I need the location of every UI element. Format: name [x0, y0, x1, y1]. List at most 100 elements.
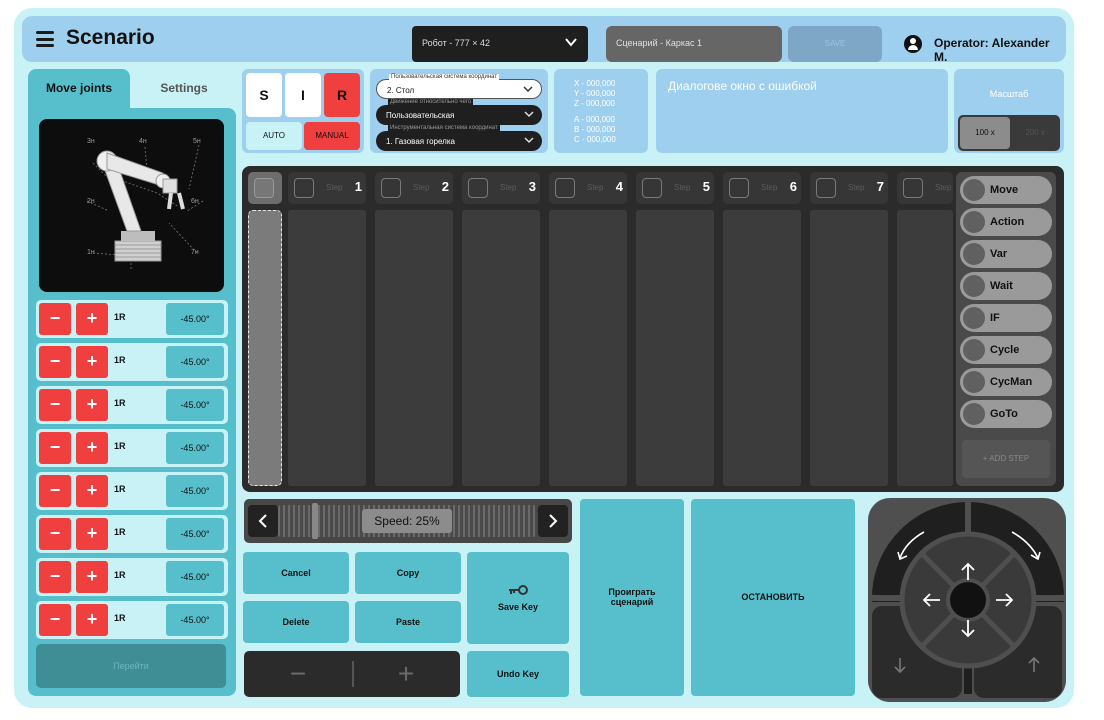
- speed-slider-thumb[interactable]: [312, 503, 318, 539]
- undo-key-button[interactable]: Undo Key: [467, 651, 569, 697]
- joint-decrease-button[interactable]: −: [39, 561, 71, 593]
- play-scenario-button[interactable]: Проиграть сценарий: [580, 499, 684, 696]
- select-all-checkbox[interactable]: [254, 178, 274, 198]
- step-checkbox[interactable]: [729, 178, 749, 198]
- joint-value[interactable]: -45.00°: [166, 518, 224, 550]
- operator-name: Operator: Alexander M.: [934, 36, 1050, 64]
- step-header[interactable]: Step: [897, 172, 953, 204]
- step-header[interactable]: Step 7: [810, 172, 888, 204]
- relative-motion-select[interactable]: Движение относительно чего Пользовательс…: [376, 99, 542, 125]
- paste-button[interactable]: Paste: [355, 601, 461, 643]
- step-header[interactable]: Step 1: [288, 172, 366, 204]
- joint-increase-button[interactable]: +: [76, 432, 108, 464]
- joint-value[interactable]: -45.00°: [166, 389, 224, 421]
- step-column[interactable]: [375, 210, 453, 486]
- joint-decrease-button[interactable]: −: [39, 475, 71, 507]
- command-if[interactable]: IF: [960, 304, 1052, 332]
- joint-increase-button[interactable]: +: [76, 303, 108, 335]
- page-title: Scenario: [66, 26, 155, 49]
- save-button[interactable]: SAVE: [788, 26, 882, 62]
- scale-200-option[interactable]: 200 x: [1010, 117, 1060, 149]
- joint-increase-button[interactable]: +: [76, 475, 108, 507]
- mode-i-button[interactable]: I: [285, 73, 321, 117]
- select-all-header[interactable]: [248, 172, 282, 204]
- chevron-down-icon: [524, 137, 534, 144]
- joint-label: 1R: [114, 570, 126, 580]
- command-cycman[interactable]: CycMan: [960, 368, 1052, 396]
- step-column[interactable]: [636, 210, 714, 486]
- command-wait[interactable]: Wait: [960, 272, 1052, 300]
- joint-value[interactable]: -45.00°: [166, 432, 224, 464]
- step-checkbox[interactable]: [642, 178, 662, 198]
- drop-zone[interactable]: [248, 210, 282, 486]
- step-column[interactable]: [549, 210, 627, 486]
- step-checkbox[interactable]: [468, 178, 488, 198]
- command-cycle[interactable]: Cycle: [960, 336, 1052, 364]
- joint-increase-button[interactable]: +: [76, 561, 108, 593]
- stepper-plus-button[interactable]: +: [376, 657, 436, 691]
- step-header[interactable]: Step 2: [375, 172, 453, 204]
- step-checkbox[interactable]: [381, 178, 401, 198]
- joint-increase-button[interactable]: +: [76, 604, 108, 636]
- step-column[interactable]: [462, 210, 540, 486]
- joint-value[interactable]: -45.00°: [166, 346, 224, 378]
- command-goto[interactable]: GoTo: [960, 400, 1052, 428]
- tool-cs-select[interactable]: Инструментальная система координат 1. Га…: [376, 125, 542, 151]
- command-var[interactable]: Var: [960, 240, 1052, 268]
- step-column[interactable]: [288, 210, 366, 486]
- robot-select[interactable]: Робот - 777 × 42: [412, 26, 588, 62]
- command-action[interactable]: Action: [960, 208, 1052, 236]
- manual-button[interactable]: MANUAL: [304, 122, 360, 150]
- scenario-select[interactable]: Сценарий - Каркас 1: [606, 26, 782, 62]
- tab-move-joints[interactable]: Move joints: [28, 69, 130, 109]
- joystick-center-button[interactable]: [946, 578, 990, 622]
- scale-selector: 100 x 200 x: [958, 115, 1060, 151]
- joint-decrease-button[interactable]: −: [39, 389, 71, 421]
- menu-icon[interactable]: [36, 28, 54, 50]
- copy-button[interactable]: Copy: [355, 552, 461, 594]
- joint-increase-button[interactable]: +: [76, 389, 108, 421]
- speed-control: Speed: 25%: [244, 499, 572, 543]
- command-move[interactable]: Move: [960, 176, 1052, 204]
- user-cs-select[interactable]: Пользовательская система координат 2. Ст…: [376, 74, 542, 99]
- step-checkbox[interactable]: [816, 178, 836, 198]
- step-checkbox[interactable]: [294, 178, 314, 198]
- step-header[interactable]: Step 4: [549, 172, 627, 204]
- joint-decrease-button[interactable]: −: [39, 518, 71, 550]
- joint-value[interactable]: -45.00°: [166, 561, 224, 593]
- delete-button[interactable]: Delete: [243, 601, 349, 643]
- speed-decrease-button[interactable]: [248, 505, 278, 537]
- mode-r-button[interactable]: R: [324, 73, 360, 117]
- joint-value[interactable]: -45.00°: [166, 303, 224, 335]
- scale-100-option[interactable]: 100 x: [960, 117, 1010, 149]
- joint-decrease-button[interactable]: −: [39, 303, 71, 335]
- tab-settings[interactable]: Settings: [132, 69, 236, 105]
- command-label: Wait: [990, 280, 1013, 292]
- joint-decrease-button[interactable]: −: [39, 604, 71, 636]
- stop-button[interactable]: ОСТАНОВИТЬ: [691, 499, 855, 696]
- mode-s-button[interactable]: S: [246, 73, 282, 117]
- step-header[interactable]: Step 6: [723, 172, 801, 204]
- goto-button[interactable]: Перейти: [36, 644, 226, 688]
- step-header[interactable]: Step 5: [636, 172, 714, 204]
- step-checkbox[interactable]: [903, 178, 923, 198]
- speed-increase-button[interactable]: [538, 505, 568, 537]
- joint-increase-button[interactable]: +: [76, 346, 108, 378]
- step-number: 2: [441, 179, 449, 194]
- auto-button[interactable]: AUTO: [246, 122, 302, 150]
- joint-decrease-button[interactable]: −: [39, 346, 71, 378]
- joint-value[interactable]: -45.00°: [166, 475, 224, 507]
- step-header[interactable]: Step 3: [462, 172, 540, 204]
- joint-value[interactable]: -45.00°: [166, 604, 224, 636]
- joint-increase-button[interactable]: +: [76, 518, 108, 550]
- step-column[interactable]: [897, 210, 953, 486]
- cancel-button[interactable]: Cancel: [243, 552, 349, 594]
- joint-label: 1R: [114, 398, 126, 408]
- step-checkbox[interactable]: [555, 178, 575, 198]
- stepper-minus-button[interactable]: −: [268, 657, 328, 691]
- step-column[interactable]: [723, 210, 801, 486]
- save-key-button[interactable]: Save Key: [467, 552, 569, 644]
- joint-decrease-button[interactable]: −: [39, 432, 71, 464]
- step-column[interactable]: [810, 210, 888, 486]
- add-step-button[interactable]: + ADD STEP: [962, 440, 1050, 478]
